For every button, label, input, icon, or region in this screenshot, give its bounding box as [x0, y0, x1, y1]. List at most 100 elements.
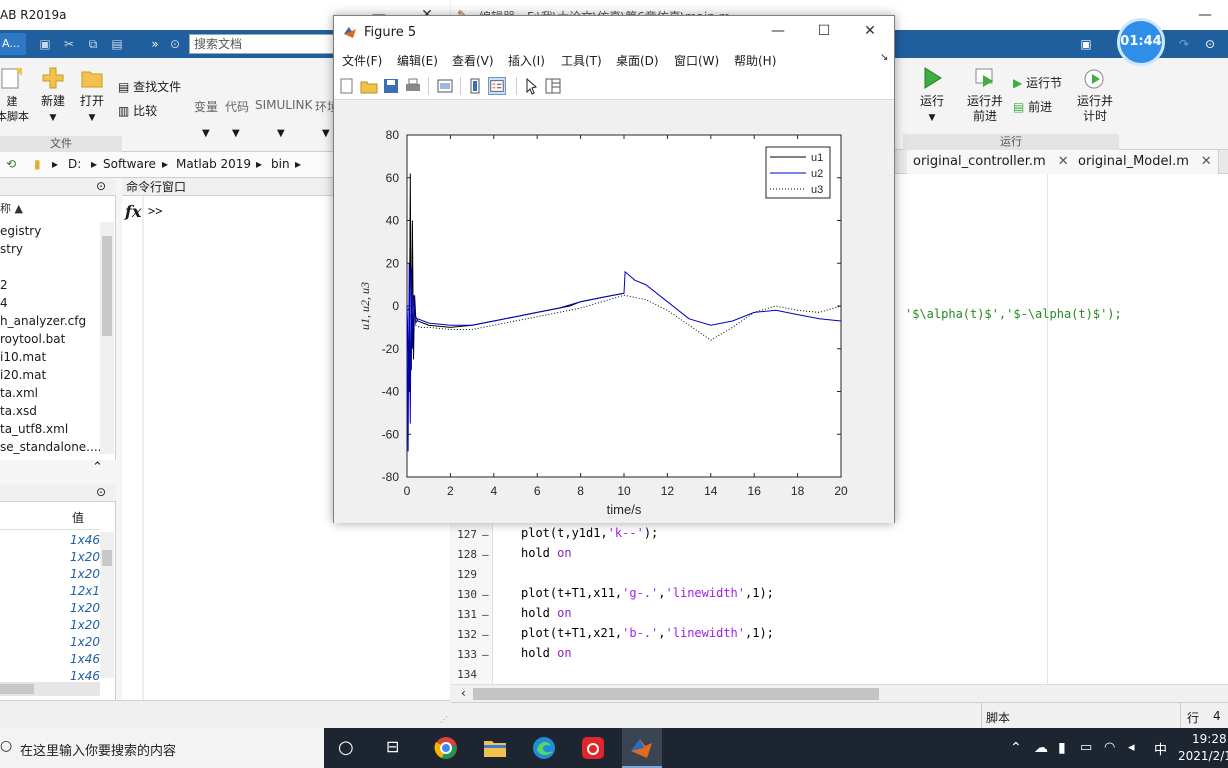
colorbar-icon[interactable] — [466, 77, 484, 95]
save-icon[interactable]: ▣ — [1079, 37, 1093, 51]
run-button[interactable]: 运行 ▼ — [916, 66, 948, 126]
sort-header[interactable]: 称 ▲ — [0, 200, 23, 216]
list-item[interactable]: ta.xml — [0, 384, 100, 402]
list-item[interactable]: roytool.bat — [0, 330, 100, 348]
list-item[interactable] — [0, 258, 100, 276]
list-item[interactable]: egistry — [0, 222, 100, 240]
doc-search-input[interactable]: 搜索文档 — [189, 34, 339, 54]
ws-scrollbar[interactable] — [100, 532, 114, 678]
code-dropdown-icon[interactable]: ▼ — [232, 128, 240, 139]
scroll-thumb[interactable] — [102, 550, 112, 566]
list-item[interactable]: ta_utf8.xml — [0, 420, 100, 438]
list-item[interactable]: se_standalone.... — [0, 438, 100, 456]
fx-icon[interactable]: fx — [125, 202, 141, 221]
save-icon[interactable]: ▣ — [38, 37, 52, 51]
new-button[interactable]: 新建 ▼ — [36, 66, 70, 126]
path-segment[interactable]: Software — [103, 157, 156, 171]
print-icon[interactable] — [404, 77, 422, 95]
legend-icon[interactable] — [488, 77, 506, 95]
list-item[interactable]: 1x46 — [70, 651, 100, 668]
help-icon[interactable]: ⊙ — [168, 37, 182, 51]
tab-original-controller[interactable]: original_controller.m ✕ — [907, 150, 1076, 174]
code-line-fragment[interactable]: '$\alpha(t)$','$-\alpha(t)$'); — [905, 307, 1122, 321]
menu-desktop[interactable]: 桌面(D) — [616, 52, 659, 69]
list-item[interactable]: 4 — [0, 294, 100, 312]
wifi-icon[interactable]: ◠ — [1104, 740, 1115, 755]
battery-icon[interactable]: ▭ — [1080, 740, 1092, 755]
breakpoint-mark[interactable]: – — [482, 648, 489, 661]
code-line[interactable]: hold on — [521, 546, 572, 560]
menu-help[interactable]: 帮助(H) — [734, 52, 776, 69]
run-advance-button[interactable]: 运行并 前进 — [963, 66, 1007, 124]
new-script-button[interactable]: 建 本脚本 — [0, 66, 29, 124]
tab-original-model[interactable]: original_Model.m ✕ — [1072, 150, 1219, 174]
menu-dock-icon[interactable]: ↘ — [880, 52, 888, 63]
panel-menu-icon[interactable]: ⊙ — [96, 179, 106, 193]
code-line[interactable]: plot(t,y1d1,'k--'); — [521, 526, 658, 540]
pointer-icon[interactable] — [522, 77, 540, 95]
menu-edit[interactable]: 编辑(E) — [397, 52, 438, 69]
menu-file[interactable]: 文件(F) — [342, 52, 382, 69]
scroll-thumb[interactable] — [0, 684, 34, 694]
close-button[interactable]: ✕ — [847, 16, 893, 46]
list-item[interactable]: 2 — [0, 276, 100, 294]
microphone-icon[interactable]: ▮ — [1058, 740, 1066, 756]
taskbar-search-input[interactable]: 在这里输入你要搜索的内容 — [20, 740, 176, 759]
multitask-icon[interactable]: ⊟ — [386, 737, 410, 761]
netease-music-icon[interactable] — [581, 736, 605, 760]
panel-menu-icon[interactable]: ⊙ — [96, 485, 106, 499]
minimize-button[interactable]: — — [755, 16, 801, 46]
simulink-section[interactable]: SIMULINK — [255, 98, 312, 112]
list-item[interactable]: 1x20 — [70, 566, 100, 583]
matlab-taskbar-button[interactable] — [622, 728, 662, 768]
ws-col-value[interactable]: 值 — [72, 509, 84, 526]
close-icon[interactable]: ✕ — [1201, 154, 1212, 169]
taskbar-search[interactable]: ○ 在这里输入你要搜索的内容 — [0, 728, 324, 768]
scroll-left-icon[interactable]: ‹ — [461, 686, 466, 700]
timer-badge[interactable]: 01:44 — [1117, 18, 1165, 66]
code-line[interactable]: plot(t+T1,x21,'b-.','linewidth',1); — [521, 626, 774, 640]
list-item[interactable]: 1x20 — [70, 617, 100, 634]
breakpoint-mark[interactable]: – — [482, 608, 489, 621]
list-item[interactable]: ta.xsd — [0, 402, 100, 420]
plot-svg[interactable]: 0 2 4 6 8 10 12 14 16 18 20 80 60 40 20 0 -20 -40 -60 -80 ti… — [334, 101, 894, 523]
property-editor-icon[interactable] — [544, 77, 562, 95]
menu-tools[interactable]: 工具(T) — [561, 52, 602, 69]
open-button[interactable]: 打开 ▼ — [76, 66, 108, 126]
variable-section[interactable]: 变量 — [194, 98, 218, 115]
resize-grip-icon[interactable]: ⋰ — [440, 715, 448, 724]
volume-icon[interactable]: ◂ — [1128, 740, 1135, 755]
save-figure-icon[interactable] — [382, 77, 400, 95]
code-section[interactable]: 代码 — [225, 98, 249, 115]
command-prompt[interactable]: >> — [148, 204, 162, 218]
simulink-dropdown-icon[interactable]: ▼ — [277, 128, 285, 139]
list-item[interactable]: 1x20 — [70, 600, 100, 617]
link-plot-icon[interactable] — [436, 77, 454, 95]
list-item[interactable]: h_analyzer.cfg — [0, 312, 100, 330]
code-line[interactable]: hold on — [521, 646, 572, 660]
help-icon[interactable]: ⊙ — [1203, 37, 1217, 51]
open-file-icon[interactable] — [360, 77, 378, 95]
code-line[interactable]: plot(t+T1,x11,'g-.','linewidth',1); — [521, 586, 774, 600]
close-icon[interactable]: ✕ — [1058, 154, 1069, 169]
paste-icon[interactable]: ▤ — [110, 37, 124, 51]
redo-icon[interactable]: ↷ — [1177, 37, 1191, 51]
ime-indicator[interactable]: 中 — [1154, 739, 1167, 758]
path-segment[interactable]: D: — [68, 157, 81, 171]
advance-button[interactable]: ▤ 前进 — [1013, 98, 1052, 116]
task-view-icon[interactable]: ○ — [338, 737, 362, 761]
list-item[interactable]: stry — [0, 240, 100, 258]
collapse-icon[interactable]: ⌃ — [92, 460, 103, 475]
list-item[interactable]: 1x20 — [70, 634, 100, 651]
file-explorer-icon[interactable] — [483, 736, 507, 760]
menu-insert[interactable]: 插入(I) — [508, 52, 545, 69]
refresh-icon[interactable]: ⟲ — [6, 157, 16, 171]
list-item[interactable]: 1x46 — [70, 532, 100, 549]
editor-hscrollbar[interactable]: ‹ — [451, 684, 1228, 702]
scroll-thumb[interactable] — [473, 688, 879, 700]
maximize-button[interactable]: ☐ — [801, 16, 847, 46]
list-item[interactable]: i20.mat — [0, 366, 100, 384]
list-item[interactable]: 12x1 — [70, 583, 100, 600]
env-dropdown-icon[interactable]: ▼ — [322, 128, 330, 139]
minimize-button[interactable]: — — [1182, 0, 1228, 30]
